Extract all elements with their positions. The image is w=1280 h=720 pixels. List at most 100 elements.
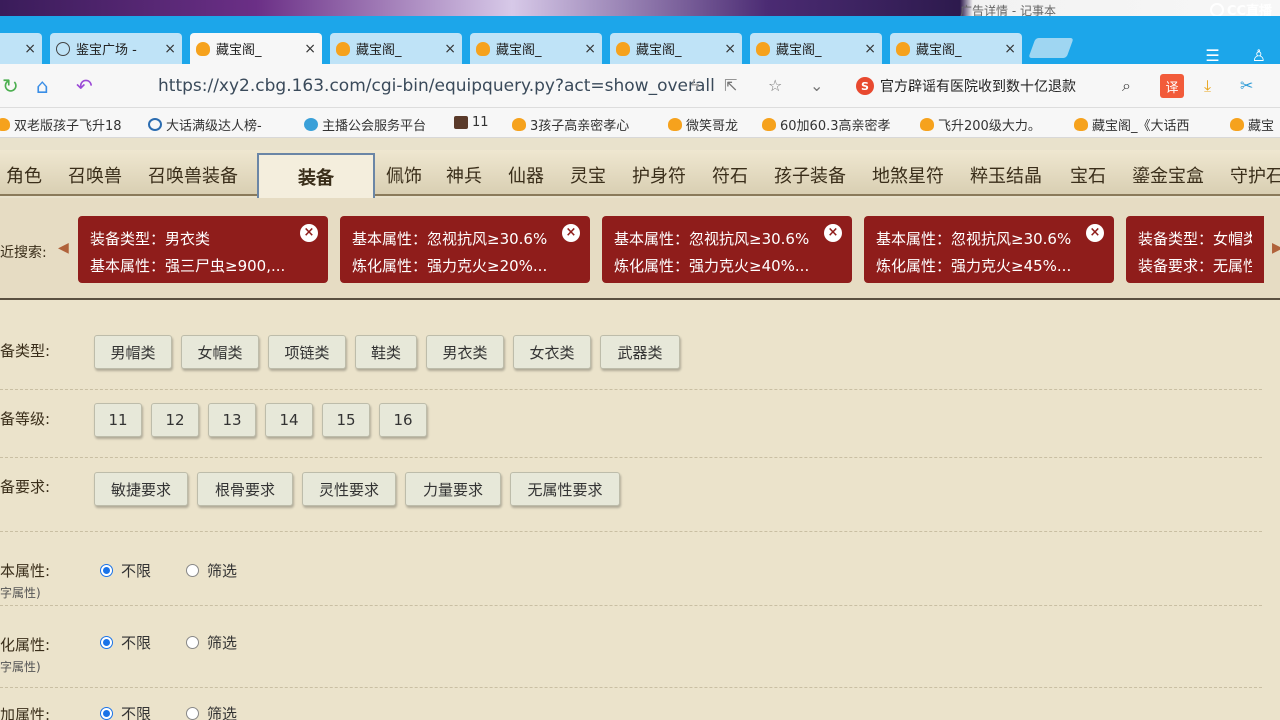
tab-child-equip[interactable]: 孩子装备 xyxy=(774,162,846,188)
type-option[interactable]: 男帽类 xyxy=(94,335,172,369)
tab-guard-stone[interactable]: 守护石 xyxy=(1230,162,1280,188)
tab-amulet[interactable]: 护身符 xyxy=(632,162,686,188)
close-icon[interactable]: × xyxy=(444,41,456,57)
tab-7[interactable]: 藏宝阁_ × xyxy=(890,33,1022,64)
type-option[interactable]: 鞋类 xyxy=(355,335,417,369)
type-option[interactable]: 女帽类 xyxy=(181,335,259,369)
chick-icon xyxy=(1074,118,1088,131)
level-option[interactable]: 13 xyxy=(208,403,256,437)
tab-summon[interactable]: 召唤兽 xyxy=(68,162,122,188)
requirement-option[interactable]: 力量要求 xyxy=(405,472,501,506)
tab-divine-weapon[interactable]: 神兵 xyxy=(446,162,482,188)
bookmark-item[interactable]: 双老版孩子飞升18 xyxy=(0,115,122,134)
radio-unlimited[interactable]: 不限 xyxy=(100,632,151,653)
search-icon[interactable]: ⌕ xyxy=(1122,76,1131,96)
tab-spirit-treasure[interactable]: 灵宝 xyxy=(570,162,606,188)
tab-rune-stone[interactable]: 符石 xyxy=(712,162,748,188)
close-icon[interactable]: × xyxy=(1086,224,1104,242)
tab-5[interactable]: 藏宝阁_ × xyxy=(610,33,742,64)
chevron-down-icon[interactable]: ⌄ xyxy=(810,76,823,95)
chip-line: 炼化属性：强力克火≥45%... xyxy=(876,257,1072,275)
new-tab-button[interactable] xyxy=(1028,38,1074,58)
url-input[interactable]: https://xy2.cbg.163.com/cgi-bin/equipque… xyxy=(158,76,715,96)
requirement-option[interactable]: 无属性要求 xyxy=(510,472,620,506)
tab-role[interactable]: 角色 xyxy=(6,162,42,188)
type-option[interactable]: 项链类 xyxy=(268,335,346,369)
bookmark-item[interactable]: 11 xyxy=(454,115,489,130)
radio-filter[interactable]: 筛选 xyxy=(186,632,237,653)
level-option[interactable]: 16 xyxy=(379,403,427,437)
home-icon[interactable]: ⌂ xyxy=(36,74,49,98)
tab-0[interactable]: × xyxy=(0,33,42,64)
requirement-option[interactable]: 灵性要求 xyxy=(302,472,396,506)
lightning-icon[interactable]: ϟ xyxy=(690,76,701,95)
undo-icon[interactable]: ↶ xyxy=(76,74,93,98)
recent-search-chip[interactable]: 装备类型：女帽类 装备要求：无属性 xyxy=(1126,216,1264,283)
requirement-option[interactable]: 根骨要求 xyxy=(197,472,293,506)
close-icon[interactable]: × xyxy=(304,41,316,57)
chick-icon xyxy=(762,118,776,131)
tab-jade-crystal[interactable]: 粹玉结晶 xyxy=(970,162,1042,188)
radio-unlimited[interactable]: 不限 xyxy=(100,560,151,581)
level-option[interactable]: 14 xyxy=(265,403,313,437)
translate-button[interactable]: 译 xyxy=(1160,74,1184,98)
bookmark-item[interactable]: 藏宝 xyxy=(1230,115,1274,134)
recent-search-chip[interactable]: 基本属性：忽视抗风≥30.6% 炼化属性：强力克火≥45%... × xyxy=(864,216,1114,283)
level-option[interactable]: 15 xyxy=(322,403,370,437)
shirt-icon[interactable]: ♙ xyxy=(1252,46,1266,65)
bookmark-item[interactable]: 藏宝阁_《大话西 xyxy=(1074,115,1190,134)
bookmark-item[interactable]: 微笑哥龙 xyxy=(668,115,738,134)
tab-gem[interactable]: 宝石 xyxy=(1070,162,1106,188)
recent-search-chip[interactable]: 基本属性：忽视抗风≥30.6% 炼化属性：强力克火≥40%... × xyxy=(602,216,852,283)
close-icon[interactable]: × xyxy=(164,41,176,57)
close-icon[interactable]: × xyxy=(584,41,596,57)
bookmark-item[interactable]: 大话满级达人榜- xyxy=(148,115,262,134)
tab-equipment[interactable]: 装备 xyxy=(257,153,375,198)
recent-search-chip[interactable]: 基本属性：忽视抗风≥30.6% 炼化属性：强力克火≥20%... × xyxy=(340,216,590,283)
tab-4[interactable]: 藏宝阁_ × xyxy=(470,33,602,64)
chevron-right-icon[interactable]: ▶ xyxy=(1272,240,1280,256)
bookmark-item[interactable]: 60加60.3高亲密孝 xyxy=(762,115,891,134)
close-icon[interactable]: × xyxy=(1004,41,1016,57)
close-icon[interactable]: × xyxy=(864,41,876,57)
type-option[interactable]: 女衣类 xyxy=(513,335,591,369)
tab-summon-equip[interactable]: 召唤兽装备 xyxy=(148,162,238,188)
bookmark-item[interactable]: 飞升200级大力。 xyxy=(920,115,1041,134)
cc-logo-icon xyxy=(1209,2,1224,17)
bookmark-item[interactable]: 3孩子高亲密孝心 xyxy=(512,115,629,134)
close-icon[interactable]: × xyxy=(562,224,580,242)
radio-filter[interactable]: 筛选 xyxy=(186,560,237,581)
tab-6[interactable]: 藏宝阁_ × xyxy=(750,33,882,64)
refresh-icon[interactable]: ↻ xyxy=(2,74,19,98)
download-icon[interactable]: ⤓ xyxy=(1204,76,1211,96)
menu-icon[interactable]: ☰ xyxy=(1205,46,1219,65)
close-icon[interactable]: × xyxy=(24,41,36,57)
star-icon[interactable]: ☆ xyxy=(768,76,782,95)
tab-star-rune[interactable]: 地煞星符 xyxy=(872,162,944,188)
type-option[interactable]: 男衣类 xyxy=(426,335,504,369)
recent-search-chip[interactable]: 装备类型：男衣类 基本属性：强三尸虫≥900,... × xyxy=(78,216,328,283)
bookmark-label: 双老版孩子飞升18 xyxy=(14,119,122,134)
tab-2[interactable]: 藏宝阁_ × xyxy=(190,33,322,64)
tab-3[interactable]: 藏宝阁_ × xyxy=(330,33,462,64)
radio-unlimited[interactable]: 不限 xyxy=(100,703,151,720)
type-option[interactable]: 武器类 xyxy=(600,335,680,369)
bookmark-item[interactable]: 主播公会服务平台 xyxy=(304,115,426,134)
tab-immortal[interactable]: 仙器 xyxy=(508,162,544,188)
chevron-left-icon[interactable]: ◀ xyxy=(58,240,69,256)
close-icon[interactable]: × xyxy=(724,41,736,57)
chip-line: 基本属性：忽视抗风≥30.6% xyxy=(876,230,1072,248)
scissors-icon[interactable]: ✂ xyxy=(1240,76,1253,95)
search-suggestion[interactable]: S 官方辟谣有医院收到数十亿退款 xyxy=(856,76,1076,96)
close-icon[interactable]: × xyxy=(824,224,842,242)
tab-label: 藏宝阁_ xyxy=(916,43,962,58)
tab-gilded-box[interactable]: 鎏金宝盒 xyxy=(1132,162,1204,188)
close-icon[interactable]: × xyxy=(300,224,318,242)
tab-1[interactable]: 鉴宝广场 - × xyxy=(50,33,182,64)
tab-accessory[interactable]: 佩饰 xyxy=(386,162,422,188)
level-option[interactable]: 12 xyxy=(151,403,199,437)
share-icon[interactable]: ⇱ xyxy=(724,76,737,95)
level-option[interactable]: 11 xyxy=(94,403,142,437)
radio-filter[interactable]: 筛选 xyxy=(186,703,237,720)
requirement-option[interactable]: 敏捷要求 xyxy=(94,472,188,506)
